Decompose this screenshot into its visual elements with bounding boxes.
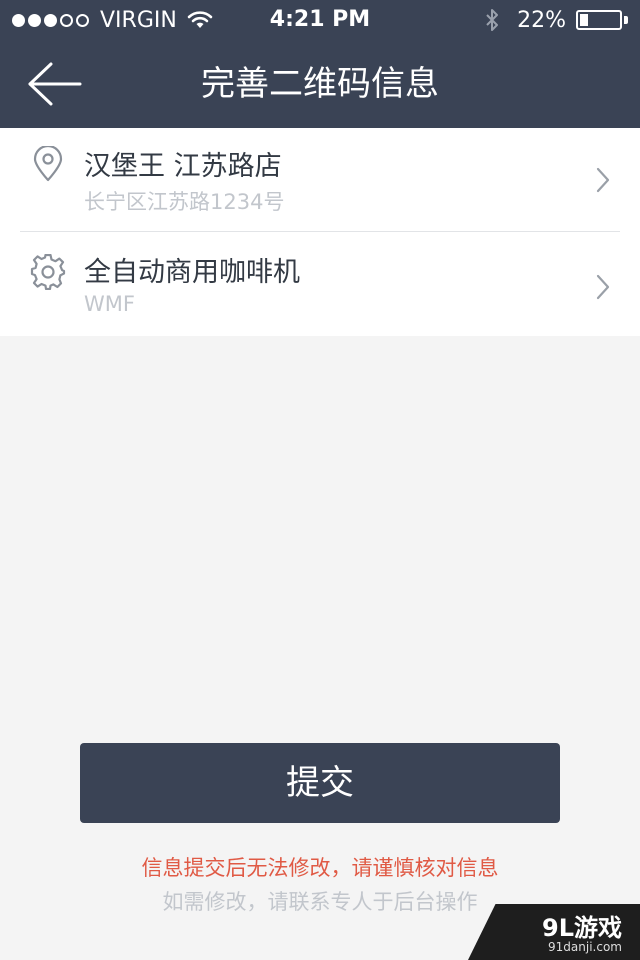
watermark-url: 91danji.com (548, 940, 622, 954)
list-item-store[interactable]: 汉堡王 江苏路店 长宁区江苏路1234号 (0, 128, 640, 232)
device-brand: WMF (84, 292, 135, 316)
bluetooth-icon (486, 9, 499, 31)
device-name: 全自动商用咖啡机 (84, 257, 300, 288)
battery-icon (576, 10, 622, 30)
battery-tip (624, 16, 628, 24)
watermark-logo: 9L游戏 (542, 914, 622, 942)
list-item-device[interactable]: 全自动商用咖啡机 WMF (0, 232, 640, 336)
gear-icon (30, 254, 66, 290)
page-title: 完善二维码信息 (201, 64, 439, 104)
status-right: 22% (485, 0, 628, 40)
battery-percent: 22% (517, 7, 566, 33)
back-button[interactable] (26, 60, 84, 108)
qr-info-list: 汉堡王 江苏路店 长宁区江苏路1234号 全自动商用咖啡机 WMF (0, 128, 640, 336)
arrow-left-icon (28, 62, 82, 106)
watermark: 9L游戏 91danji.com (468, 904, 640, 960)
battery-level-fill (580, 14, 588, 26)
chevron-right-icon (596, 167, 610, 193)
store-name: 汉堡王 江苏路店 (84, 151, 282, 182)
warning-text: 信息提交后无法修改，请谨慎核对信息 (141, 856, 499, 880)
chevron-right-icon (596, 274, 610, 300)
store-address: 长宁区江苏路1234号 (84, 190, 285, 214)
submit-button[interactable]: 提交 (80, 743, 560, 823)
status-bar: VIRGIN 4:21 PM 22% (0, 0, 640, 40)
navigation-bar: 完善二维码信息 (0, 40, 640, 128)
location-pin-icon (33, 146, 63, 182)
